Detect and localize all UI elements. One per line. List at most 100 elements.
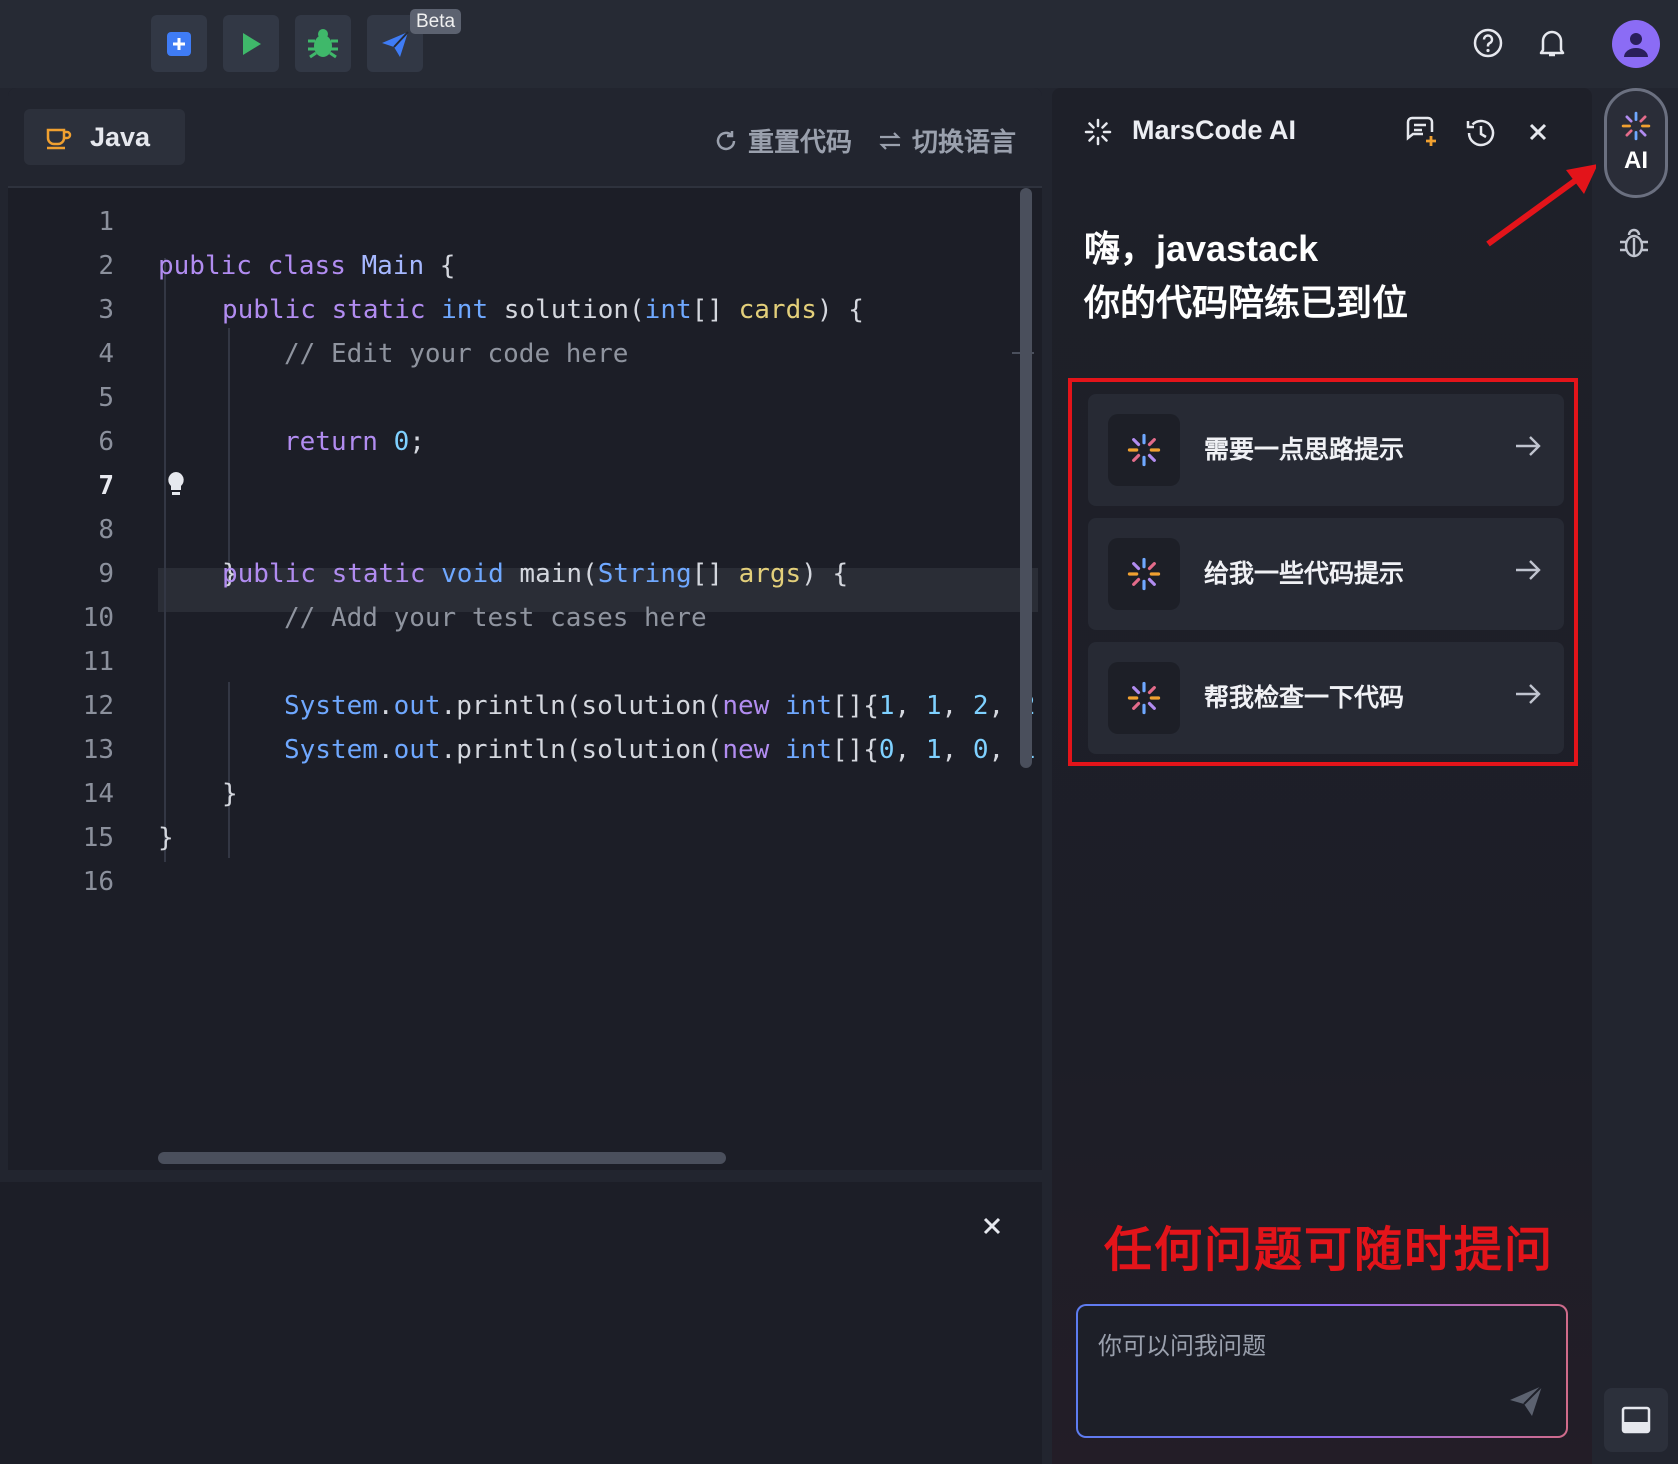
history-icon[interactable] xyxy=(1464,116,1498,150)
top-toolbar: Beta xyxy=(0,0,1678,88)
scroll-marker xyxy=(1012,352,1034,354)
code-line-11: 11 xyxy=(8,640,1018,684)
ai-toggle-button[interactable]: AI xyxy=(1604,88,1668,198)
play-icon xyxy=(243,32,261,55)
suggestions-highlight-box: 需要一点思路提示 给我一些代码提示 帮我检查一下代码 xyxy=(1068,378,1578,766)
code-line-3: 3 public static int solution(int[] cards)… xyxy=(8,288,1018,332)
code-text: } xyxy=(158,823,174,853)
code-line-9: 9 public static void main(String[] args) … xyxy=(8,552,1018,596)
user-avatar[interactable] xyxy=(1612,20,1660,68)
switch-language-button[interactable]: 切换语言 xyxy=(878,122,1016,159)
sparkle-icon xyxy=(1127,681,1161,715)
ai-toggle-label: AI xyxy=(1624,147,1648,174)
line-number: 2 xyxy=(98,251,114,281)
line-number: 10 xyxy=(82,603,114,633)
code-line-12: 12 System.out.println(solution(new int[]{… xyxy=(8,684,1036,728)
paper-plane-icon xyxy=(382,30,409,57)
line-number: 5 xyxy=(98,383,114,413)
greeting-line-2: 你的代码陪练已到位 xyxy=(1084,282,1409,323)
beta-badge: Beta xyxy=(410,9,462,34)
help-button[interactable] xyxy=(1471,26,1505,60)
code-text: public class Main { xyxy=(158,251,456,281)
code-text: public static void main(String[] args) { xyxy=(222,559,849,589)
code-line-14: 14} xyxy=(8,772,1018,816)
code-line-2: 2 public class Main { xyxy=(8,244,1018,288)
annotation-arrow xyxy=(1486,164,1598,247)
bell-icon xyxy=(1539,30,1565,57)
right-rail: AI xyxy=(1596,88,1678,1464)
language-label: Java xyxy=(90,121,151,152)
code-text: } xyxy=(222,779,238,809)
close-panel-icon[interactable] xyxy=(1528,122,1548,142)
code-editor: Java 重置代码 切换语言 1 2 public class Main { 3 p… xyxy=(8,88,1042,1170)
switch-language-label: 切换语言 xyxy=(912,127,1017,157)
suggestion-code-hint[interactable]: 给我一些代码提示 xyxy=(1088,518,1564,630)
refresh-icon xyxy=(716,130,736,150)
suggestion-check-code[interactable]: 帮我检查一下代码 xyxy=(1088,642,1564,754)
line-number: 6 xyxy=(98,427,114,457)
debug-button[interactable] xyxy=(295,15,351,72)
code-comment: // Edit your code here xyxy=(284,339,629,369)
line-number: 3 xyxy=(98,295,114,325)
bug-outline-icon[interactable] xyxy=(1618,226,1650,260)
code-line-7: 7 } xyxy=(8,464,1018,589)
code-text: System.out.println(solution(new int[]{1,… xyxy=(284,691,1035,721)
language-tab[interactable]: Java xyxy=(24,109,185,165)
new-chat-icon[interactable] xyxy=(1404,116,1438,148)
panel-toggle-button[interactable] xyxy=(1604,1388,1668,1452)
suggestion-label: 给我一些代码提示 xyxy=(1204,560,1405,588)
code-text: System.out.println(solution(new int[]{0,… xyxy=(284,735,1035,765)
close-icon[interactable] xyxy=(982,1216,1002,1236)
code-text: public static int solution(int[] cards) … xyxy=(222,295,864,325)
user-avatar-icon xyxy=(1624,33,1648,57)
console-panel xyxy=(0,1182,1042,1464)
line-number: 8 xyxy=(98,515,114,545)
code-line-13: 13 System.out.println(solution(new int[]{… xyxy=(8,728,1036,772)
sparkle-icon xyxy=(1127,433,1161,467)
new-file-button[interactable] xyxy=(151,15,207,72)
annotation-text: 任何问题可随时提问 xyxy=(1104,1224,1555,1277)
arrow-right-icon xyxy=(1516,436,1541,456)
suggestion-thinking-hint[interactable]: 需要一点思路提示 xyxy=(1088,394,1564,506)
arrow-right-icon xyxy=(1516,684,1541,704)
greeting-line-1: 嗨，javastack xyxy=(1084,228,1319,269)
code-comment: // Add your test cases here xyxy=(284,603,707,633)
ai-panel-title: MarsCode AI xyxy=(1132,115,1297,145)
sparkle-icon xyxy=(1127,557,1161,591)
line-number: 7 xyxy=(98,471,114,501)
line-number: 11 xyxy=(82,647,114,677)
swap-icon xyxy=(879,131,901,150)
editor-header: Java 重置代码 切换语言 xyxy=(8,88,1042,188)
line-number: 9 xyxy=(98,559,114,589)
code-line-16: 16 xyxy=(8,860,1018,904)
send-icon[interactable] xyxy=(1508,1384,1544,1418)
bug-icon xyxy=(308,28,338,58)
ai-chat-input[interactable]: 你可以问我问题 xyxy=(1076,1304,1568,1438)
input-placeholder: 你可以问我问题 xyxy=(1098,1333,1266,1360)
sparkle-icon xyxy=(1621,111,1651,141)
code-line-6: 6 return 0; xyxy=(8,420,1018,464)
code-area[interactable]: 1 2 public class Main { 3 public static in… xyxy=(8,188,1038,1148)
horizontal-scrollbar[interactable] xyxy=(158,1152,726,1164)
plus-square-icon xyxy=(167,31,191,56)
sparkle-icon xyxy=(1084,118,1112,146)
code-line-8: 8 xyxy=(8,508,1018,552)
suggestion-label: 帮我检查一下代码 xyxy=(1204,684,1405,712)
vertical-scrollbar[interactable] xyxy=(1020,188,1032,768)
code-line-15: 15} xyxy=(8,816,1018,860)
notification-button[interactable] xyxy=(1535,26,1569,60)
lightbulb-icon[interactable] xyxy=(166,470,186,498)
run-button[interactable] xyxy=(223,15,279,72)
panel-toggle-icon xyxy=(1621,1406,1651,1434)
code-text: return 0; xyxy=(284,427,425,457)
code-line-5: 5 xyxy=(8,376,1018,420)
line-number: 15 xyxy=(82,823,114,853)
arrow-right-icon xyxy=(1516,560,1541,580)
line-number: 16 xyxy=(82,867,114,897)
coffee-cup-icon xyxy=(46,128,72,150)
code-line-10: 10 // Add your test cases here xyxy=(8,596,1018,640)
reset-code-button[interactable]: 重置代码 xyxy=(714,122,852,159)
reset-code-label: 重置代码 xyxy=(748,127,853,157)
line-number: 4 xyxy=(98,339,114,369)
line-number: 14 xyxy=(82,779,114,809)
